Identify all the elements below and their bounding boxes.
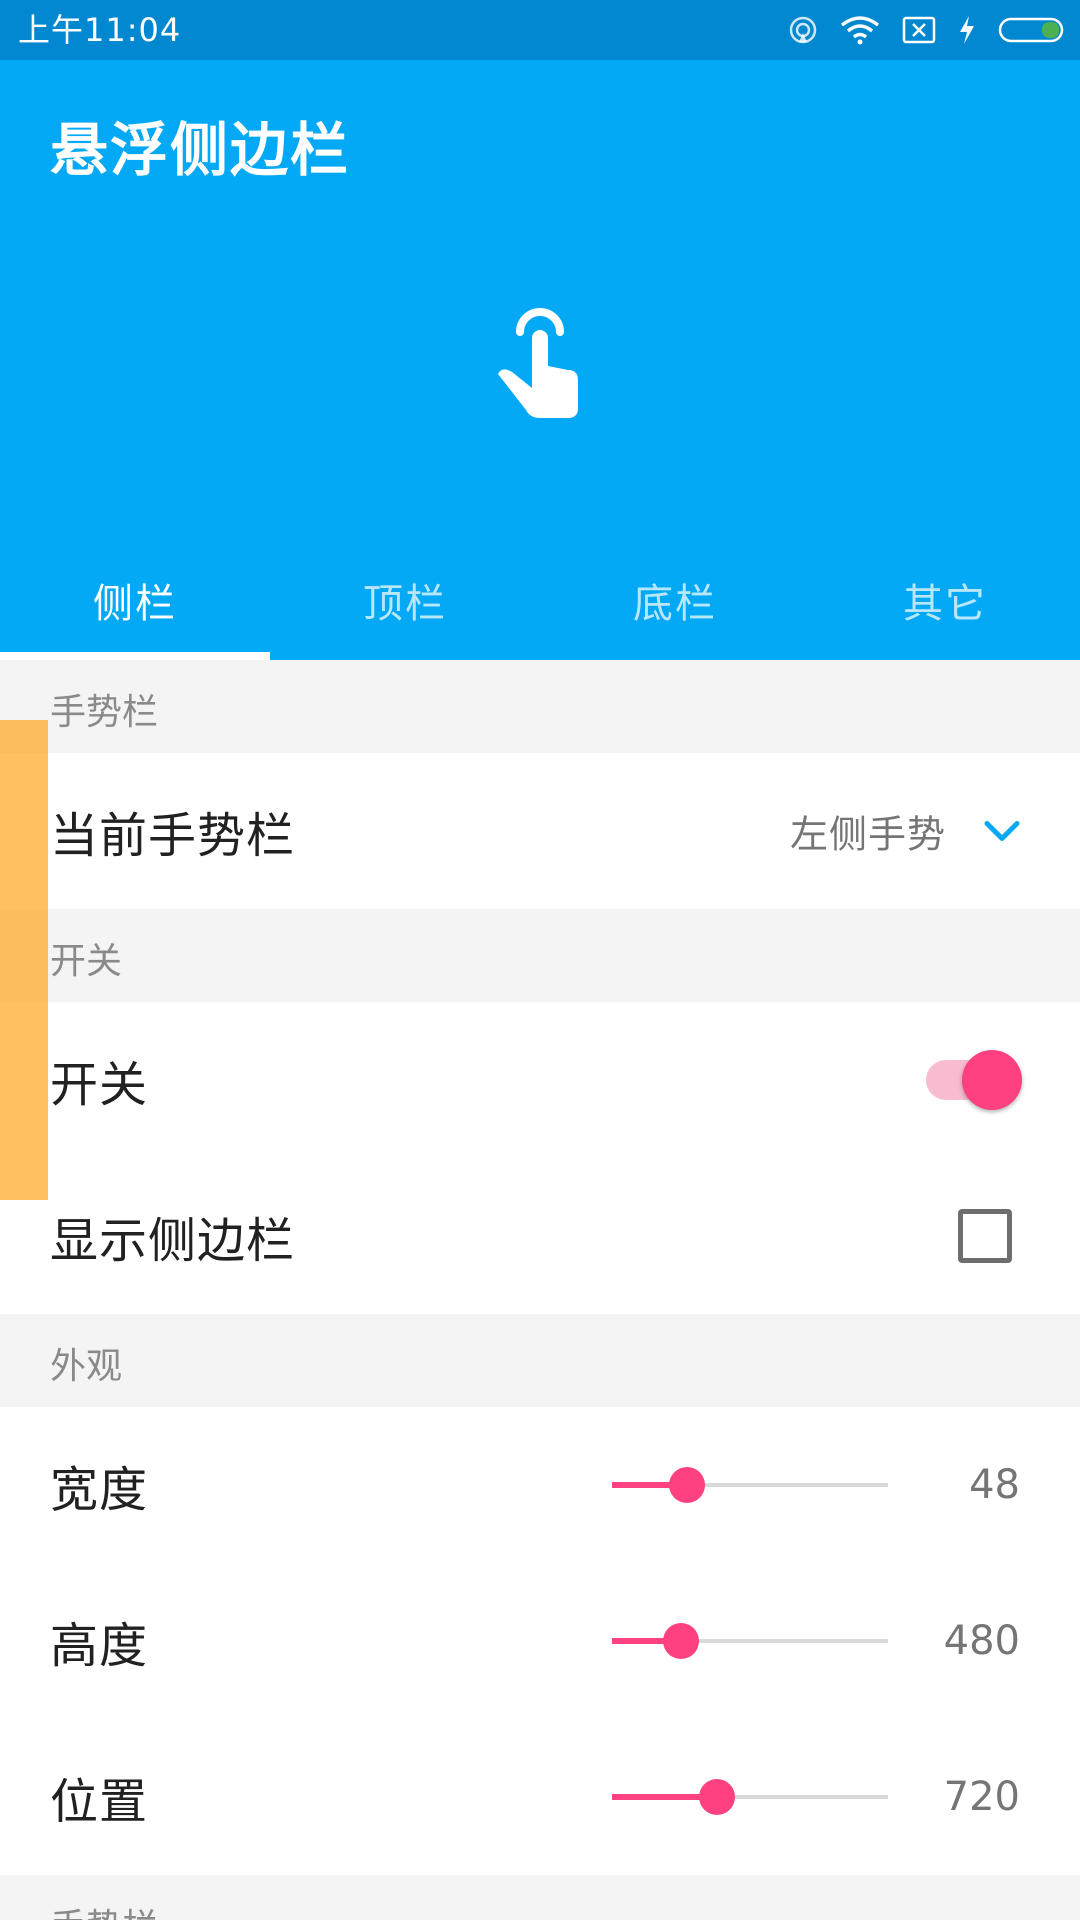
app-title: 悬浮侧边栏 — [50, 116, 351, 184]
position-label: 位置 — [50, 1774, 149, 1830]
position-value: 720 — [943, 1774, 1020, 1820]
position-slider[interactable] — [612, 1777, 888, 1817]
width-row: 宽度 48 — [0, 1407, 1080, 1563]
touch-finger-icon — [498, 308, 578, 418]
tab-bottombar[interactable]: 底栏 — [540, 540, 810, 660]
section-header-gesture: 手势栏 — [0, 660, 1080, 753]
status-bar: 上午11:04 — [0, 0, 1080, 60]
width-label: 宽度 — [50, 1462, 149, 1518]
gesture-dropdown-value: 左侧手势 — [789, 812, 946, 857]
enable-switch[interactable] — [926, 1050, 1022, 1110]
show-sidebar-label: 显示侧边栏 — [50, 1213, 296, 1269]
section-header-next-label: 手势栏 — [50, 1905, 158, 1920]
wifi-icon — [840, 16, 880, 45]
slider-thumb[interactable] — [668, 1467, 705, 1503]
toggle-label: 开关 — [50, 1057, 149, 1113]
toggle-row[interactable]: 开关 — [0, 1002, 1080, 1158]
tab-sidebar[interactable]: 侧栏 — [0, 540, 270, 660]
tab-bottombar-label: 底栏 — [633, 581, 717, 627]
section-header-switch-label: 开关 — [50, 941, 123, 982]
tab-other[interactable]: 其它 — [810, 540, 1080, 660]
switch-thumb — [962, 1050, 1022, 1110]
section-header-gesture-label: 手势栏 — [50, 692, 159, 733]
show-sidebar-checkbox[interactable] — [958, 1209, 1012, 1263]
position-row: 位置 720 — [0, 1719, 1080, 1875]
tab-indicator — [0, 652, 270, 660]
section-header-next: 手势栏 — [0, 1875, 1080, 1920]
height-slider[interactable] — [612, 1621, 888, 1661]
section-header-switch: 开关 — [0, 909, 1080, 1002]
status-icons — [788, 12, 1066, 48]
height-value: 480 — [943, 1618, 1020, 1664]
hotspot-icon — [789, 16, 817, 44]
no-sim-icon — [902, 16, 936, 44]
settings-list: 手势栏 当前手势栏 左侧手势 开关 开关 显示侧边栏 外观 宽度 48 高度 4… — [0, 660, 1080, 1920]
tab-topbar[interactable]: 顶栏 — [270, 540, 540, 660]
current-gesture-row[interactable]: 当前手势栏 左侧手势 — [0, 753, 1080, 909]
height-row: 高度 480 — [0, 1563, 1080, 1719]
charging-icon — [960, 16, 974, 44]
height-label: 高度 — [50, 1618, 149, 1674]
gesture-dropdown[interactable]: 左侧手势 — [790, 804, 1020, 859]
slider-thumb[interactable] — [663, 1623, 699, 1659]
tab-other-label: 其它 — [903, 581, 987, 627]
floating-gesture-bar[interactable] — [0, 720, 48, 1200]
status-time: 上午11:04 — [18, 11, 182, 49]
slider-thumb[interactable] — [698, 1779, 735, 1815]
tab-sidebar-label: 侧栏 — [93, 581, 177, 627]
app-header: 悬浮侧边栏 侧栏 顶栏 底栏 其它 — [0, 60, 1080, 660]
current-gesture-label: 当前手势栏 — [50, 808, 296, 864]
chevron-down-icon — [984, 820, 1020, 841]
battery-icon — [998, 17, 1064, 43]
tab-bar: 侧栏 顶栏 底栏 其它 — [0, 540, 1080, 660]
width-slider[interactable] — [612, 1465, 888, 1505]
tab-topbar-label: 顶栏 — [363, 581, 447, 627]
show-sidebar-row[interactable]: 显示侧边栏 — [0, 1158, 1080, 1314]
section-header-appearance-label: 外观 — [50, 1346, 123, 1387]
section-header-appearance: 外观 — [0, 1314, 1080, 1407]
width-value: 48 — [969, 1462, 1020, 1508]
